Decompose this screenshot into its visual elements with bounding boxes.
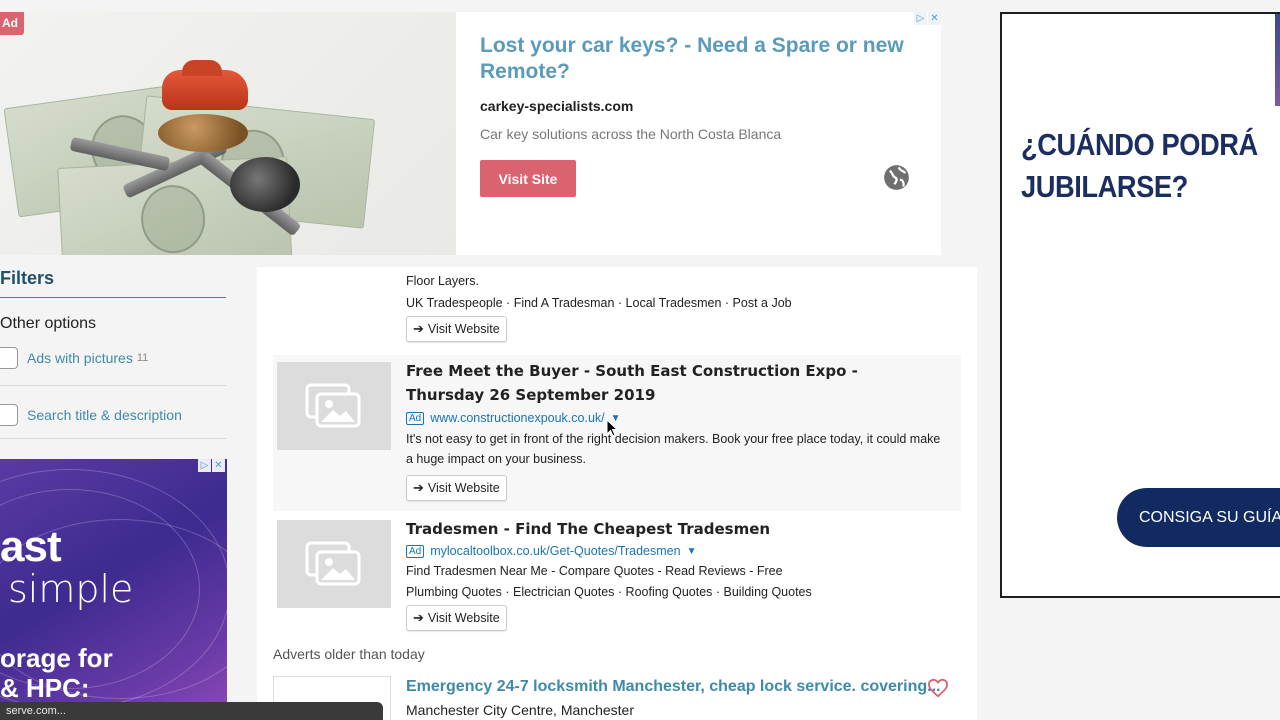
- ad-badge: Ad: [0, 12, 24, 35]
- ad-headline: ¿CUÁNDO PODRÁ JUBILARSE?: [1021, 124, 1280, 208]
- arrow-right-icon: ➔: [413, 610, 424, 625]
- ad-headline[interactable]: Lost your car keys? - Need a Spare or ne…: [480, 33, 910, 85]
- list-item[interactable]: Tradesmen - Find The Cheapest Tradesmen …: [273, 515, 961, 637]
- decorative-stripe: [1275, 14, 1280, 106]
- visit-website-label: Visit Website: [427, 481, 500, 495]
- other-options-heading: Other options: [0, 315, 97, 332]
- listing-url[interactable]: mylocaltoolbox.co.uk/Get-Quotes/Tradesme…: [430, 544, 680, 558]
- sitelinks[interactable]: UK Tradespeople · Find A Tradesman · Loc…: [406, 293, 792, 313]
- visit-website-label: Visit Website: [427, 322, 500, 336]
- ad-text-panel: ▷ ✕ Lost your car keys? - Need a Spare o…: [456, 12, 941, 255]
- listing-title[interactable]: Tradesmen - Find The Cheapest Tradesmen: [406, 517, 936, 541]
- arrow-right-icon: ➔: [413, 480, 424, 495]
- ads-with-pictures-checkbox[interactable]: [0, 347, 18, 369]
- ad-photo-car-keys[interactable]: Ad: [0, 12, 456, 255]
- arrow-right-icon: ➔: [413, 321, 424, 336]
- divider: [0, 385, 226, 386]
- filter-label[interactable]: Ads with pictures: [27, 350, 133, 366]
- ad-text-line: & HPC:: [0, 673, 90, 703]
- left-skyscraper-ad[interactable]: ▷ ✕ ast simple orage for & HPC:: [0, 459, 227, 720]
- filter-search-title-description[interactable]: Search title & description: [0, 396, 226, 434]
- image-icon: [305, 383, 361, 428]
- listing-description: It's not easy to get in front of the rig…: [406, 432, 941, 466]
- listing-title[interactable]: Free Meet the Buyer - South East Constru…: [406, 359, 936, 407]
- visit-website-button[interactable]: ➔ Visit Website: [406, 316, 507, 342]
- divider: [0, 438, 226, 439]
- consiga-su-guia-button[interactable]: CONSIGA SU GUÍA ›: [1117, 488, 1280, 547]
- placeholder-image-icon: [277, 362, 391, 450]
- cta-label: CONSIGA SU GUÍA: [1139, 508, 1280, 526]
- close-icon[interactable]: ✕: [928, 12, 941, 25]
- car-key-fob-image: [230, 157, 300, 212]
- image-icon: [305, 541, 361, 586]
- visit-website-label: Visit Website: [427, 611, 500, 625]
- top-banner-ad[interactable]: Ad ▷ ✕ Lost your car keys? - Need a Spar…: [0, 12, 941, 255]
- list-item: Floor Layers. UK Tradespeople · Find A T…: [406, 271, 792, 342]
- filter-count: 11: [136, 352, 149, 364]
- ad-description: Car key solutions across the North Costa…: [480, 126, 782, 142]
- ad-tag: Ad: [406, 544, 425, 558]
- placeholder-image-icon: [277, 520, 391, 608]
- visit-website-button[interactable]: ➔ Visit Website: [406, 605, 507, 631]
- browser-status-bar: serve.com...: [0, 702, 383, 720]
- close-icon[interactable]: ✕: [212, 459, 225, 472]
- ad-text-line: orage for: [0, 643, 113, 673]
- listing-sitelinks[interactable]: Plumbing Quotes · Electrician Quotes · R…: [406, 582, 946, 602]
- listing-trailing-text: Floor Layers.: [406, 274, 479, 288]
- ad-headline-line: ¿CUÁNDO PODRÁ: [1021, 127, 1258, 162]
- right-skyscraper-ad[interactable]: ¿CUÁNDO PODRÁ JUBILARSE? CONSIGA SU GUÍA…: [1000, 12, 1280, 598]
- listing-title[interactable]: Emergency 24-7 locksmith Manchester, che…: [406, 678, 940, 696]
- adchoices-icon[interactable]: ▷: [914, 12, 927, 25]
- visit-site-button[interactable]: Visit Site: [480, 160, 576, 197]
- listing-description: Find Tradesmen Near Me - Compare Quotes …: [406, 564, 783, 578]
- keyring-fob-image: [158, 114, 248, 152]
- adchoices-controls[interactable]: ▷ ✕: [913, 12, 941, 25]
- adchoices-controls[interactable]: ▷ ✕: [197, 459, 225, 472]
- adchoices-icon[interactable]: ▷: [198, 459, 211, 472]
- visit-website-button[interactable]: ➔ Visit Website: [406, 475, 507, 501]
- older-adverts-heading: Adverts older than today: [273, 646, 425, 662]
- results-list: Floor Layers. UK Tradespeople · Find A T…: [257, 267, 977, 720]
- listing-url[interactable]: www.constructionexpouk.co.uk/: [430, 411, 604, 425]
- ad-tag: Ad: [406, 411, 425, 425]
- filter-ads-with-pictures[interactable]: Ads with pictures 11: [0, 339, 226, 377]
- ad-domain[interactable]: carkey-specialists.com: [480, 98, 917, 114]
- ad-text-simple: simple: [8, 567, 134, 611]
- ad-headline-line: JUBILARSE?: [1021, 169, 1188, 204]
- filters-panel: Filters Other options Ads with pictures …: [0, 268, 226, 439]
- ad-text-ast: ast: [0, 522, 62, 571]
- globe-icon[interactable]: [883, 164, 910, 191]
- ad-text-storage: orage for & HPC:: [0, 643, 113, 703]
- search-title-description-checkbox[interactable]: [0, 404, 18, 426]
- listing-location: Manchester City Centre, Manchester: [406, 702, 634, 718]
- mouse-cursor-icon: [606, 419, 618, 437]
- toy-car-image: [162, 60, 248, 110]
- dropdown-triangle-icon[interactable]: ▼: [687, 546, 697, 557]
- heart-icon[interactable]: [927, 678, 949, 698]
- filter-label[interactable]: Search title & description: [27, 407, 182, 423]
- filters-title: Filters: [0, 268, 226, 298]
